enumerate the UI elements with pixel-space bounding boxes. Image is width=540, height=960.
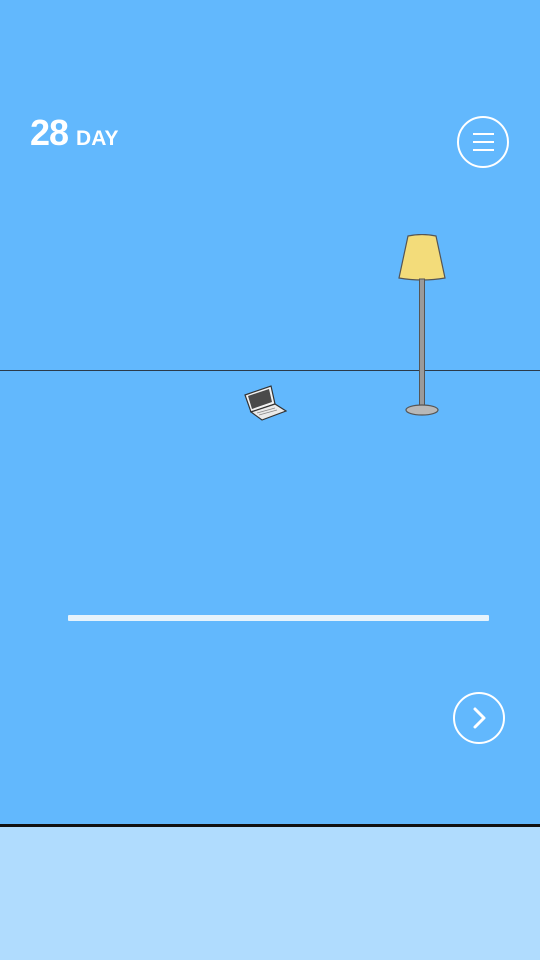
message-bar xyxy=(68,615,489,621)
next-button[interactable] xyxy=(453,692,505,744)
day-counter: 28 DAY xyxy=(30,112,118,154)
day-label: DAY xyxy=(76,127,119,150)
chevron-right-icon xyxy=(473,707,486,729)
horizon-line xyxy=(0,370,540,371)
bottom-panel xyxy=(0,827,540,960)
laptop[interactable] xyxy=(243,384,288,422)
day-number: 28 xyxy=(30,112,69,153)
floor-lamp[interactable] xyxy=(396,233,448,420)
game-scene: 28 DAY xyxy=(0,0,540,826)
menu-button[interactable] xyxy=(457,116,509,168)
